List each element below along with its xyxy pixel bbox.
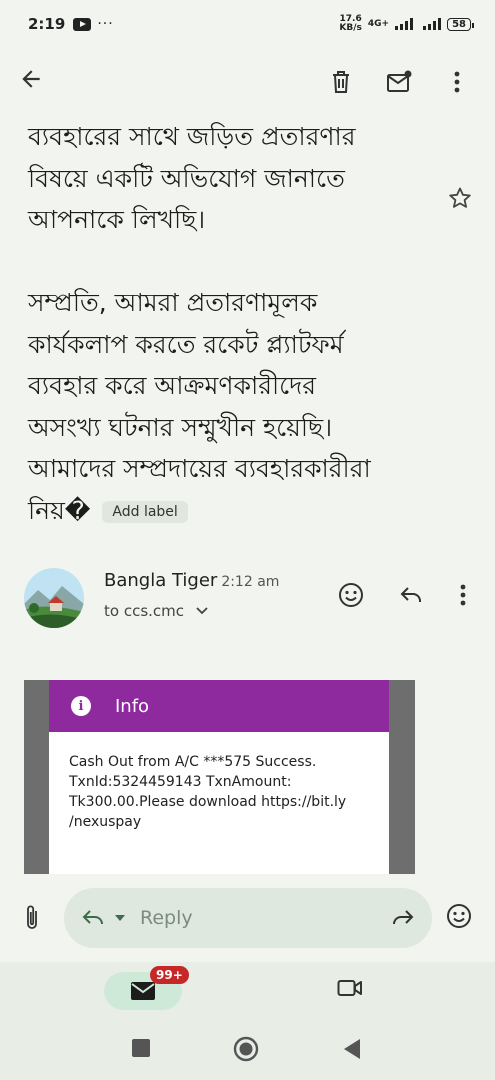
network-speed: 17.6 KB/s	[339, 15, 361, 33]
more-vertical-icon[interactable]	[437, 62, 477, 102]
star-icon[interactable]	[448, 186, 472, 214]
sender-time: 2:12 am	[221, 574, 280, 590]
dropdown-arrow-icon[interactable]	[114, 914, 126, 922]
body-line: বিষয়ে একটি অভিযোগ জানাতে	[28, 163, 345, 193]
back-button[interactable]	[342, 1038, 362, 1064]
sms-text: Cash Out from A/C ***575 Success. TxnId:…	[49, 732, 389, 874]
bottom-navigation: 99+	[0, 962, 495, 1018]
avatar[interactable]	[24, 568, 84, 628]
recents-button[interactable]	[131, 1038, 151, 1062]
forward-icon[interactable]	[390, 909, 414, 927]
status-indicators: 17.6 KB/s 4G+ 58	[339, 15, 474, 33]
body-line: সম্প্রতি, আমরা প্রতারণামূলক	[28, 288, 318, 317]
email-content: ব্যবহারের সাথে জড়িত প্রতারণার বিষয়ে এক…	[0, 114, 495, 874]
trash-icon[interactable]	[321, 62, 361, 102]
body-line: কার্যকলাপ করতে রকেট প্ল্যাটফর্ম	[28, 329, 344, 359]
status-time: 2:19	[28, 15, 66, 33]
more-vertical-icon[interactable]	[448, 580, 478, 610]
emoji-reaction-icon[interactable]	[336, 580, 366, 610]
mail-unread-icon[interactable]	[379, 62, 419, 102]
sender-name-line[interactable]: Bangla Tiger 2:12 am	[104, 570, 279, 591]
attachment-icon[interactable]	[14, 903, 50, 933]
body-line: আমাদের সম্প্রদায়ের ব্যবহারকারীরা	[28, 454, 371, 483]
sender-row: Bangla Tiger 2:12 am to ccs.cmc	[24, 568, 484, 630]
reply-placeholder: Reply	[140, 907, 193, 929]
network-speed-unit: KB/s	[339, 23, 362, 33]
system-navigation-bar	[0, 1018, 495, 1080]
more-notifications-icon: ···	[97, 16, 114, 32]
unread-badge: 99+	[150, 966, 189, 984]
home-circle-icon	[233, 1036, 259, 1062]
nav-meet[interactable]	[337, 978, 363, 1002]
signal-icon	[395, 18, 414, 30]
back-triangle-icon	[344, 1039, 360, 1059]
embedded-screenshot[interactable]: i Info Cash Out from A/C ***575 Success.…	[24, 680, 415, 874]
body-line: ব্যবহার করে আক্রমণকারীদের	[28, 371, 317, 400]
recipient-details[interactable]: to ccs.cmc	[104, 602, 209, 620]
recipient-text: to ccs.cmc	[104, 602, 185, 620]
signal-icon-2	[423, 18, 442, 30]
mail-icon	[131, 982, 155, 1000]
body-line-last: নিয়� Add label	[28, 490, 428, 532]
reply-icon[interactable]	[396, 580, 426, 610]
body-line: অসংখ্য ঘটনার সম্মুখীন হয়েছি।	[28, 412, 333, 442]
battery-icon: 58	[447, 17, 474, 31]
chevron-down-icon	[196, 607, 208, 615]
home-button[interactable]	[233, 1036, 259, 1066]
info-header: i Info	[49, 680, 389, 732]
reply-input[interactable]: Reply	[64, 888, 432, 948]
reply-bar: Reply	[0, 874, 495, 962]
back-arrow-icon[interactable]	[18, 66, 58, 99]
body-line-text: নিয়�	[28, 495, 91, 525]
body-line: ব্যবহারের সাথে জড়িত প্রতারণার	[28, 122, 356, 151]
reply-icon[interactable]	[82, 909, 106, 927]
body-line: আপনাকে লিখছি।	[28, 205, 206, 234]
message-body: ব্যবহারের সাথে জড়িত প্রতারণার বিষয়ে এক…	[28, 116, 428, 531]
info-icon: i	[71, 696, 91, 716]
emoji-icon[interactable]	[446, 903, 472, 933]
sender-name: Bangla Tiger	[104, 570, 218, 591]
youtube-icon	[73, 17, 92, 31]
status-bar: 2:19 ··· 17.6 KB/s 4G+ 58	[0, 0, 495, 48]
nav-mail[interactable]: 99+	[104, 966, 189, 1010]
square-icon	[132, 1039, 150, 1057]
email-toolbar	[0, 50, 495, 114]
info-header-label: Info	[115, 695, 150, 717]
video-camera-icon	[337, 980, 362, 996]
add-label-chip[interactable]: Add label	[102, 500, 188, 523]
network-type: 4G+	[367, 19, 390, 29]
